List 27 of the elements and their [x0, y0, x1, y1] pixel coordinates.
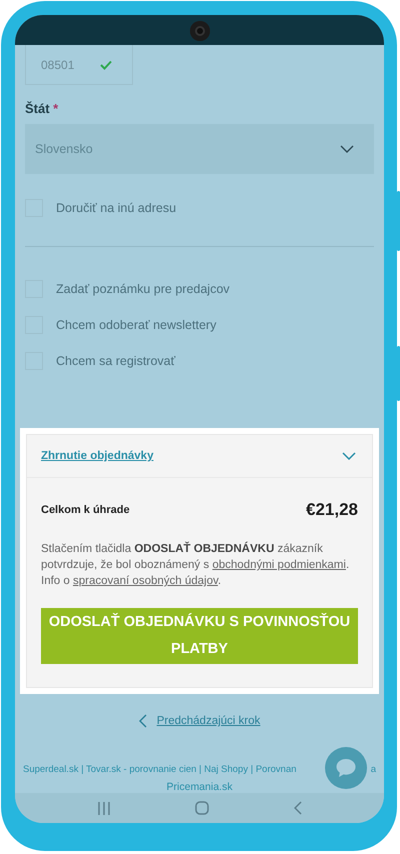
option-checkbox[interactable]: Chcem odoberať newslettery: [25, 316, 374, 334]
footer-link[interactable]: Pricemania.sk: [166, 781, 232, 793]
zip-field[interactable]: 08501: [25, 45, 133, 85]
camera-icon: [190, 21, 210, 41]
total-label: Celkom k úhrade: [41, 504, 130, 516]
chevron-down-icon: [340, 145, 354, 153]
chat-button[interactable]: [325, 747, 367, 789]
terms-link[interactable]: obchodnými podmienkami: [212, 559, 346, 571]
country-select[interactable]: Slovensko: [25, 124, 374, 174]
field-label: Štát *: [25, 101, 60, 116]
ship-other-checkbox[interactable]: Doručiť na inú adresu: [25, 199, 374, 217]
chat-bubble-icon: [335, 758, 357, 778]
option-checkbox[interactable]: Chcem sa registrovať: [25, 352, 374, 370]
submit-order-button[interactable]: ODOSLAŤ OBJEDNÁVKU S POVINNOSŤOU PLATBY: [41, 608, 358, 664]
total-price: €21,28: [306, 500, 358, 520]
privacy-link[interactable]: spracovaní osobných údajov: [72, 575, 218, 587]
footer-links[interactable]: a: [370, 764, 376, 775]
footer-links[interactable]: Superdeal.sk | Tovar.sk - porovnanie cien | Naj Shopy | Porovnan: [23, 764, 296, 775]
option-checkbox[interactable]: Zadať poznámku pre predajcov: [25, 280, 374, 298]
terms-text: Stlačením tlačidla ODOSLAŤ OBJEDNÁVKU zákazník potvrdzuje, že bol oboznámený s obchodnými podmienkami. Info o spracovaní osobných údajov.: [41, 541, 350, 589]
chevron-left-icon: [138, 714, 147, 728]
home-icon[interactable]: [195, 801, 210, 815]
back-icon[interactable]: [294, 801, 302, 815]
summary-toggle[interactable]: Zhrnutie objednávky: [27, 435, 372, 478]
chevron-down-icon: [342, 452, 356, 460]
previous-step-link[interactable]: Predchádzajúci krok: [156, 715, 260, 727]
recent-apps-icon[interactable]: [97, 802, 112, 814]
